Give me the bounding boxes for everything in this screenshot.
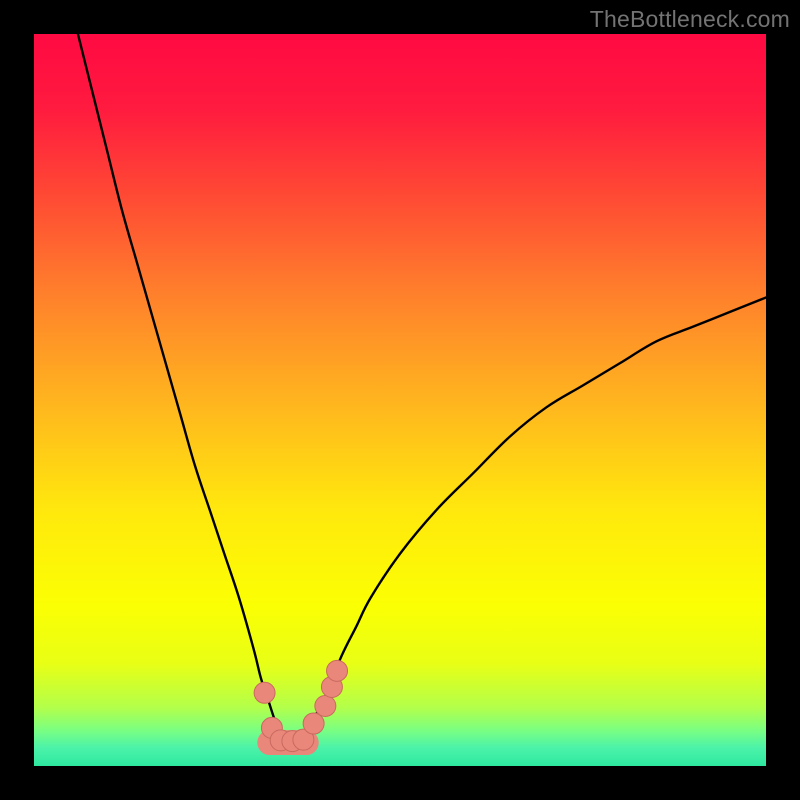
watermark-text: TheBottleneck.com (590, 6, 790, 33)
chart-svg (34, 34, 766, 766)
gradient-background (34, 34, 766, 766)
marker-dot (254, 682, 275, 703)
plot-area (34, 34, 766, 766)
marker-dot (327, 660, 348, 681)
marker-dot (315, 695, 336, 716)
marker-dot (303, 713, 324, 734)
chart-container: TheBottleneck.com (0, 0, 800, 800)
